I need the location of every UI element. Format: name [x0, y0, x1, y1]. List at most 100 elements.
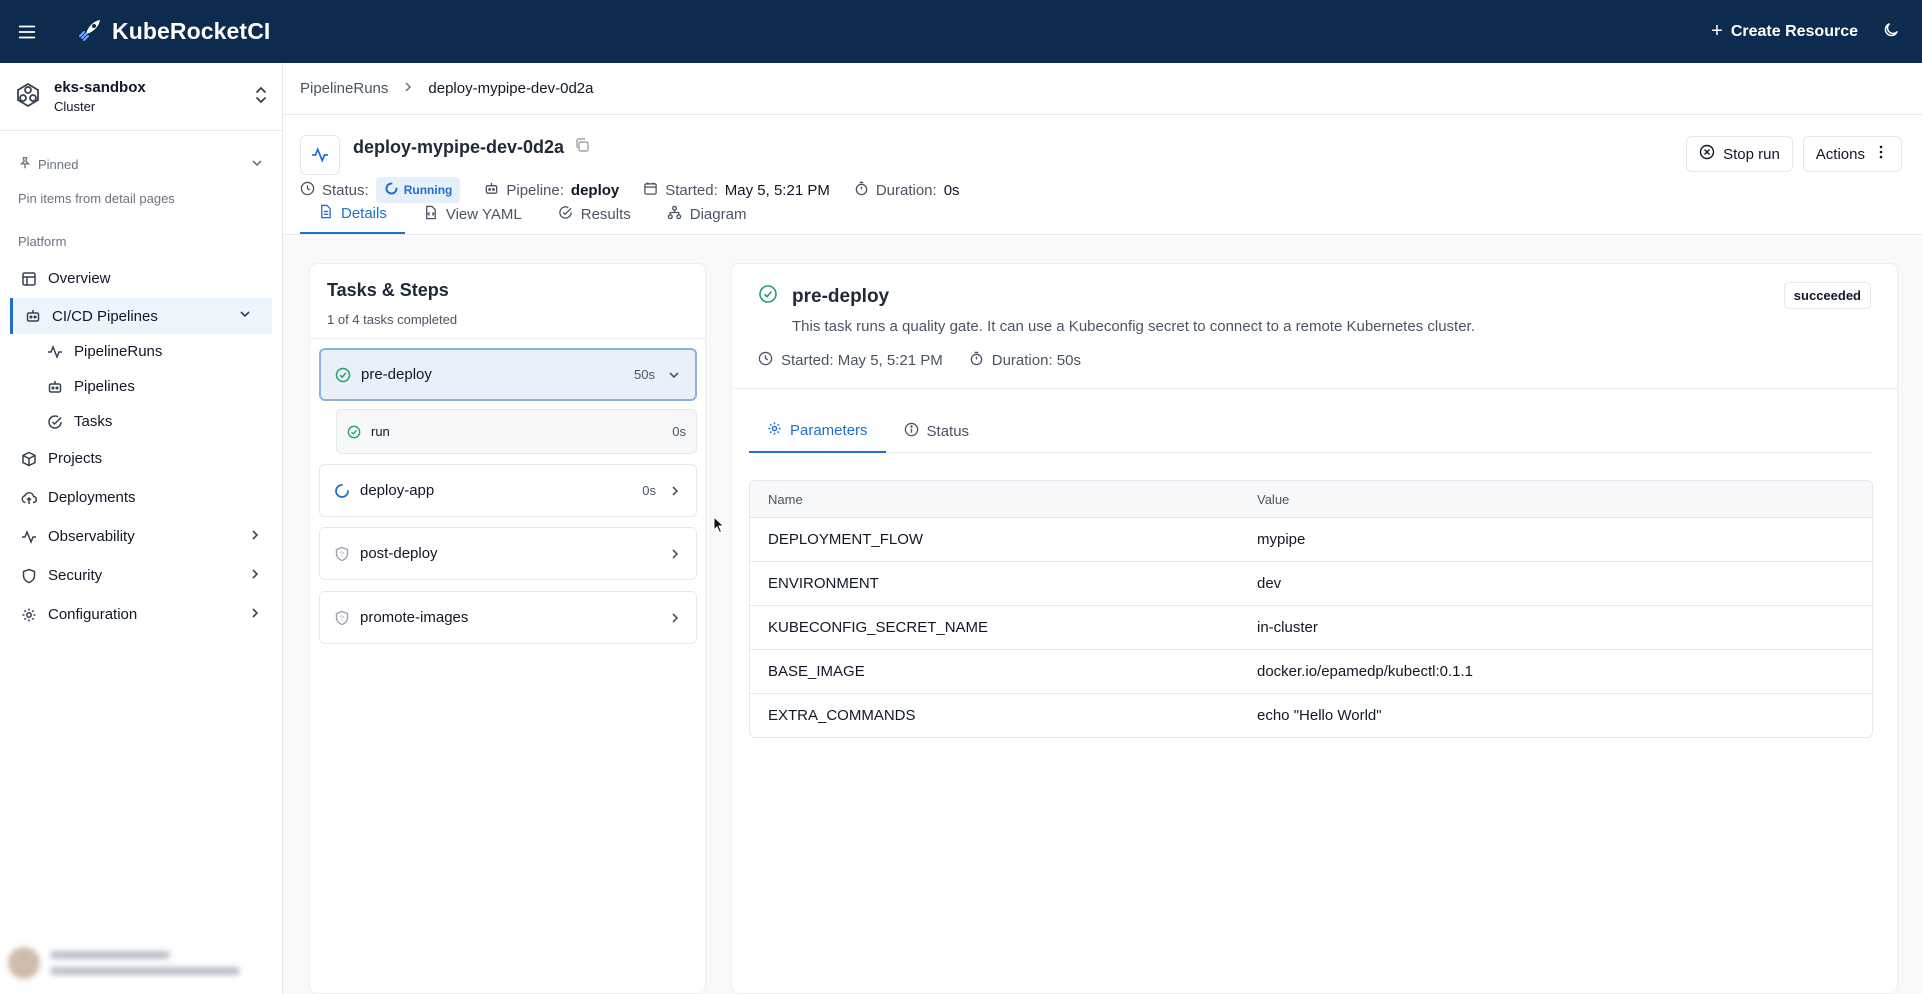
avatar: [8, 947, 40, 979]
cluster-type: Cluster: [54, 99, 96, 114]
gear-icon: [20, 606, 38, 624]
breadcrumb: PipelineRuns deploy-mypipe-dev-0d2a: [283, 63, 1922, 115]
brand[interactable]: KubeRocketCI: [76, 16, 270, 48]
tab-results[interactable]: Results: [540, 194, 649, 234]
step-name: run: [371, 424, 390, 439]
task-name: deploy-app: [360, 482, 435, 499]
tab-parameters[interactable]: Parameters: [749, 409, 886, 453]
table-header-row: Name Value: [750, 481, 1872, 517]
platform-section-label: Platform: [18, 234, 67, 249]
sidebar-item-projects[interactable]: Projects: [0, 439, 282, 478]
table-row: BASE_IMAGE docker.io/epamedp/kubectl:0.1…: [750, 649, 1872, 693]
sidebar-item-overview[interactable]: Overview: [0, 259, 282, 298]
top-bar: KubeRocketCI + Create Resource: [0, 0, 1922, 63]
task-item-post-deploy[interactable]: ? post-deploy: [319, 527, 697, 580]
sidebar-item-label: Pipelines: [74, 378, 135, 395]
page-tabs: Details View YAML Results Diagram: [300, 194, 764, 234]
sidebar-item-pipelines[interactable]: Pipelines: [0, 369, 282, 404]
sidebar-item-cicd-pipelines[interactable]: CI/CD Pipelines: [10, 298, 272, 334]
status-badge: succeeded: [1783, 282, 1871, 309]
hamburger-menu-icon[interactable]: [0, 0, 54, 63]
sidebar: eks-sandbox Cluster Pinned Pin items fro…: [0, 63, 283, 994]
main-area: PipelineRuns deploy-mypipe-dev-0d2a depl…: [283, 63, 1922, 994]
chevron-right-icon: [668, 484, 682, 498]
bot-icon: [24, 307, 42, 325]
cloud-upload-icon: [20, 489, 38, 507]
chevron-right-icon: [248, 567, 262, 585]
param-name: DEPLOYMENT_FLOW: [768, 531, 924, 548]
duration-value: 0s: [943, 181, 960, 199]
check-circle-icon: [46, 413, 64, 431]
table-row: KUBECONFIG_SECRET_NAME in-cluster: [750, 605, 1872, 649]
step-duration: 0s: [672, 424, 686, 439]
task-item-pre-deploy[interactable]: pre-deploy 50s: [319, 348, 697, 401]
sidebar-item-label: Observability: [48, 528, 135, 545]
tab-label: Details: [341, 204, 387, 222]
sidebar-item-label: Configuration: [48, 606, 138, 623]
param-name: ENVIRONMENT: [768, 575, 879, 592]
param-name: BASE_IMAGE: [768, 663, 865, 680]
sidebar-item-security[interactable]: Security: [0, 556, 282, 595]
gear-icon: [767, 421, 782, 440]
cluster-name: eks-sandbox: [54, 79, 146, 96]
actions-button[interactable]: Actions: [1802, 136, 1902, 172]
loading-spinner-icon: [334, 483, 350, 499]
task-duration: 50s: [634, 367, 655, 382]
task-detail-title: pre-deploy: [792, 286, 890, 307]
chevron-down-icon: [238, 307, 252, 325]
tab-label: Results: [580, 205, 631, 223]
table-row: ENVIRONMENT dev: [750, 561, 1872, 605]
stop-run-button[interactable]: Stop run: [1686, 136, 1793, 172]
sidebar-item-tasks[interactable]: Tasks: [0, 404, 282, 439]
sidebar-item-label: Tasks: [74, 413, 113, 430]
check-circle-icon: [758, 284, 778, 310]
tab-status[interactable]: Status: [886, 409, 988, 453]
param-value: docker.io/epamedp/kubectl:0.1.1: [1257, 663, 1473, 680]
sidebar-item-label: PipelineRuns: [74, 343, 163, 360]
param-value: dev: [1257, 575, 1282, 592]
sidebar-item-label: Projects: [48, 450, 103, 467]
breadcrumb-current: deploy-mypipe-dev-0d2a: [428, 80, 594, 97]
tab-diagram[interactable]: Diagram: [649, 194, 765, 234]
detail-tabs: Parameters Status: [749, 409, 1873, 453]
duration-label: Duration:: [875, 181, 937, 199]
column-header-value: Value: [1257, 491, 1290, 507]
task-item-deploy-app[interactable]: deploy-app 0s: [319, 464, 697, 517]
breadcrumb-link-pipelineruns[interactable]: PipelineRuns: [300, 80, 388, 97]
more-vertical-icon: [1873, 144, 1889, 164]
shield-icon: [20, 567, 38, 585]
page-title: deploy-mypipe-dev-0d2a: [353, 137, 565, 157]
box-icon: [20, 450, 38, 468]
stop-circle-icon: [1699, 144, 1715, 164]
copy-icon[interactable]: [574, 137, 590, 158]
step-item-run[interactable]: run 0s: [336, 409, 697, 454]
task-duration: Duration: 50s: [991, 352, 1081, 369]
tab-details[interactable]: Details: [300, 194, 405, 234]
check-circle-icon: [335, 367, 351, 383]
create-resource-button[interactable]: + Create Resource: [1711, 20, 1858, 43]
sidebar-item-observability[interactable]: Observability: [0, 517, 282, 556]
sidebar-item-deployments[interactable]: Deployments: [0, 478, 282, 517]
check-circle-icon: [558, 205, 573, 224]
chevron-down-icon: [250, 156, 264, 173]
pin-hint: Pin items from detail pages: [18, 191, 175, 206]
cluster-selector[interactable]: eks-sandbox Cluster: [0, 63, 282, 131]
tab-label: Diagram: [689, 205, 747, 223]
chevron-down-icon: [667, 368, 681, 382]
param-name: EXTRA_COMMANDS: [768, 707, 916, 724]
sidebar-item-configuration[interactable]: Configuration: [0, 595, 282, 634]
run-header: deploy-mypipe-dev-0d2a Status: Running P…: [283, 115, 1922, 235]
tab-view-yaml[interactable]: View YAML: [405, 194, 540, 234]
task-duration: 0s: [642, 483, 656, 498]
sidebar-item-pipelineruns[interactable]: PipelineRuns: [0, 334, 282, 369]
pinned-section-toggle[interactable]: Pinned: [0, 151, 282, 177]
plus-icon: +: [1711, 20, 1723, 42]
task-item-promote-images[interactable]: ? promote-images: [319, 591, 697, 644]
user-profile-blurred[interactable]: [8, 942, 268, 984]
param-value: echo "Hello World": [1257, 707, 1382, 724]
tasks-progress: 1 of 4 tasks completed: [327, 312, 458, 327]
svg-text:?: ?: [340, 551, 344, 558]
theme-toggle-moon-icon[interactable]: [1882, 21, 1900, 43]
param-value: in-cluster: [1257, 619, 1318, 636]
blurred-user-name: [50, 951, 170, 959]
